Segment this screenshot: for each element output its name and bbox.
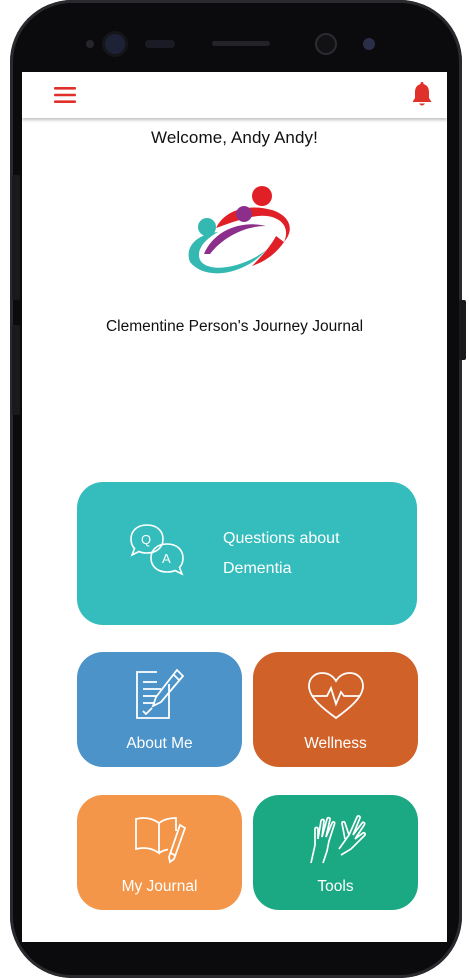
- hamburger-menu-icon[interactable]: [50, 80, 80, 110]
- about-me-button[interactable]: About Me: [77, 652, 242, 767]
- questions-about-dementia-button[interactable]: Q A Questions about Dementia: [77, 482, 417, 625]
- my-journal-label: My Journal: [121, 878, 198, 895]
- journal-title: Clementine Person's Journey Journal: [105, 318, 364, 335]
- svg-text:Q: Q: [141, 532, 151, 547]
- wellness-label: Wellness: [304, 735, 367, 752]
- q-and-a-bubbles-icon: Q A: [129, 522, 185, 585]
- tools-label: Tools: [317, 878, 354, 895]
- helping-hands-icon: [305, 809, 367, 870]
- phone-side-button: [12, 175, 20, 300]
- bell-icon[interactable]: [407, 80, 437, 110]
- iris-camera: [363, 38, 375, 50]
- proximity-sensor: [145, 40, 175, 48]
- front-camera: [105, 34, 125, 54]
- phone-side-button: [459, 300, 466, 360]
- earpiece-speaker: [212, 41, 270, 46]
- notepad-pen-icon: [133, 666, 187, 727]
- iris-scanner: [317, 35, 335, 53]
- phone-side-button: [12, 325, 20, 415]
- clementine-logo: [180, 184, 300, 294]
- wellness-button[interactable]: Wellness: [253, 652, 418, 767]
- my-journal-button[interactable]: My Journal: [77, 795, 242, 910]
- open-book-pen-icon: [132, 809, 188, 870]
- questions-label-line1: Questions about: [223, 529, 340, 547]
- sensor-dot: [86, 40, 94, 48]
- svg-text:A: A: [162, 551, 171, 566]
- heart-pulse-icon: [305, 670, 367, 727]
- welcome-message: Welcome, Andy Andy!: [151, 128, 318, 147]
- tools-button[interactable]: Tools: [253, 795, 418, 910]
- phone-top-bezel: [0, 0, 469, 70]
- questions-label-line2: Dementia: [223, 559, 292, 577]
- app-screen: Welcome, Andy Andy! Clementine Person's …: [22, 72, 447, 942]
- app-bar: [22, 72, 447, 118]
- about-me-label: About Me: [126, 735, 193, 752]
